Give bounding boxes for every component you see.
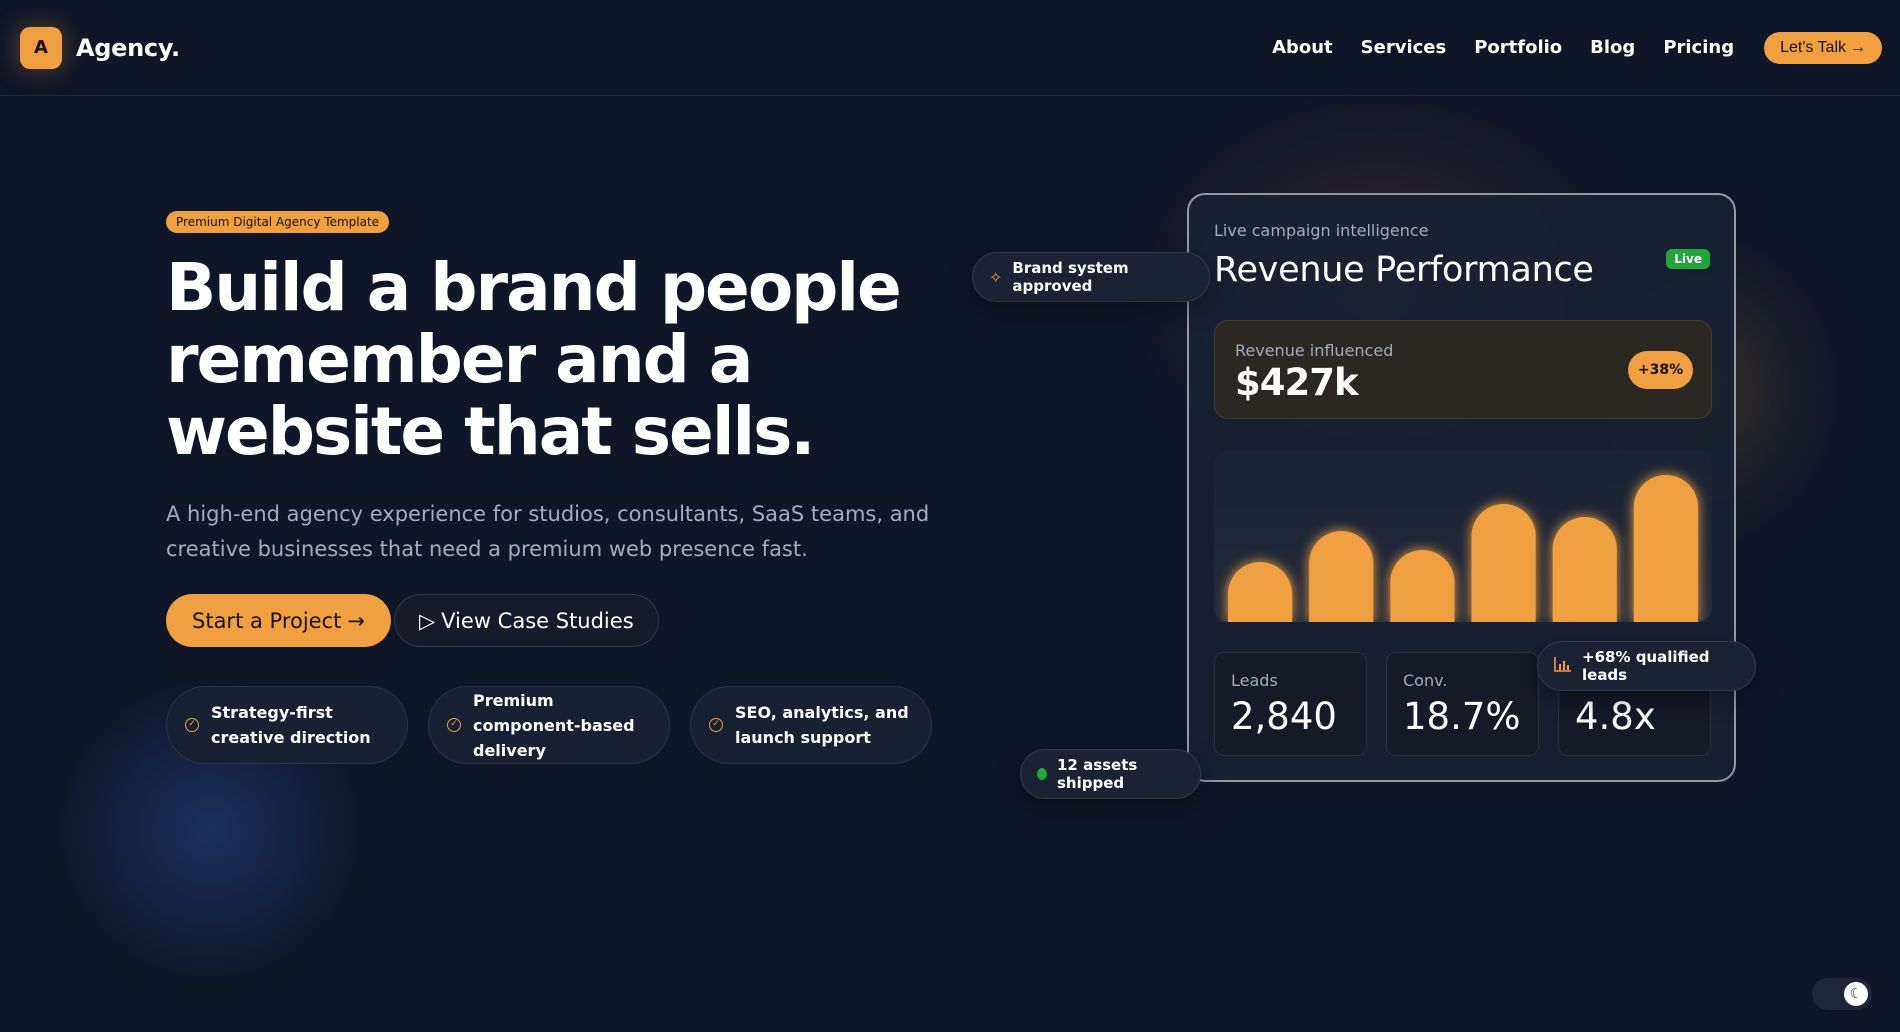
assets-shipped-label: 12 assets shipped	[1056, 756, 1138, 792]
check-circle-icon: ✓	[709, 718, 723, 732]
nav-link-portfolio[interactable]: Portfolio	[1474, 37, 1562, 58]
feature-chip-text: Premium component-based delivery	[473, 690, 635, 760]
bar-chart-svg	[1228, 475, 1698, 622]
bar-chart-icon	[1554, 656, 1572, 676]
view-case-studies-button[interactable]: ▷ View Case Studies	[394, 594, 659, 647]
hero-title-line-1: Build a brand people	[166, 249, 902, 326]
revenue-summary: Revenue influenced $427k +38%	[1214, 320, 1712, 419]
brand-system-label: Brand system approved	[1012, 259, 1129, 295]
nav-link-about[interactable]: About	[1272, 37, 1333, 58]
chart-bar-4	[1471, 504, 1536, 622]
nav-link-pricing[interactable]: Pricing	[1663, 37, 1734, 58]
feature-chip-delivery: ✓ Premium component-based delivery	[428, 686, 670, 764]
feature-chip-text: SEO, analytics, and launch support	[735, 703, 909, 747]
hero-title-line-2: remember and a	[166, 321, 753, 398]
stat-card-conversion: Conv. 18.7%	[1386, 652, 1539, 756]
qualified-leads-label: +68% qualified leads	[1582, 648, 1710, 684]
live-badge: Live	[1666, 249, 1710, 269]
brand-system-pill: ✧ Brand system approved	[972, 252, 1210, 302]
feature-chip-strategy: ✓ Strategy-first creative direction	[166, 686, 408, 764]
brand[interactable]: A Agency.	[20, 26, 180, 69]
chart-bar-3	[1390, 550, 1455, 622]
stat-value: 4.8x	[1575, 695, 1656, 738]
theme-toggle[interactable]: ☾	[1812, 978, 1872, 1010]
hero-title: Build a brand people remember and a webs…	[166, 252, 926, 468]
assets-shipped-pill: 12 assets shipped	[1020, 749, 1201, 799]
revenue-label: Revenue influenced	[1235, 341, 1394, 360]
card-eyebrow: Live campaign intelligence	[1214, 221, 1429, 240]
revenue-delta-badge: +38%	[1628, 351, 1693, 389]
play-icon: ▷	[419, 608, 436, 633]
stat-value: 18.7%	[1403, 695, 1521, 738]
logo-badge: A	[20, 26, 62, 69]
arrow-right-icon: →	[1850, 38, 1866, 56]
card-title: Revenue Performance	[1214, 250, 1594, 290]
moon-icon: ☾	[1844, 982, 1868, 1006]
feature-chip-seo: ✓ SEO, analytics, and launch support	[690, 686, 932, 764]
lets-talk-label: Let's Talk	[1780, 38, 1846, 56]
stat-label: Leads	[1231, 671, 1278, 690]
site-header: A Agency. About Services Portfolio Blog …	[0, 0, 1900, 96]
qualified-leads-pill: +68% qualified leads	[1537, 641, 1756, 691]
lets-talk-button[interactable]: Let's Talk →	[1764, 31, 1882, 64]
brand-name: Agency.	[76, 33, 180, 62]
arrow-right-icon: →	[347, 608, 365, 633]
revenue-bar-chart	[1214, 450, 1712, 622]
chart-bar-5	[1552, 517, 1617, 622]
stat-card-leads: Leads 2,840	[1214, 652, 1367, 756]
hero-badge: Premium Digital Agency Template	[166, 211, 390, 233]
revenue-dashboard-card: Live campaign intelligence Revenue Perfo…	[1187, 193, 1736, 782]
sparkle-icon: ✧	[989, 267, 1003, 287]
stat-value: 2,840	[1231, 695, 1337, 738]
view-case-studies-label: View Case Studies	[441, 608, 634, 633]
nav-link-blog[interactable]: Blog	[1590, 37, 1635, 58]
hero-title-line-3: website that sells.	[166, 393, 815, 470]
check-circle-icon: ✓	[447, 718, 461, 732]
stat-label: Conv.	[1403, 671, 1448, 690]
check-circle-icon: ✓	[185, 718, 199, 732]
start-project-label: Start a Project	[192, 608, 342, 633]
feature-chip-text: Strategy-first creative direction	[211, 703, 371, 747]
chart-bar-1	[1228, 562, 1293, 622]
hero-subtitle: A high-end agency experience for studios…	[166, 502, 930, 561]
main-nav: About Services Portfolio Blog Pricing Le…	[1272, 31, 1882, 64]
revenue-value: $427k	[1235, 361, 1359, 404]
chart-bar-2	[1309, 531, 1374, 622]
nav-link-services[interactable]: Services	[1361, 37, 1447, 58]
start-project-button[interactable]: Start a Project →	[166, 594, 391, 647]
status-dot-icon	[1037, 768, 1047, 780]
chart-bar-6	[1633, 475, 1698, 622]
